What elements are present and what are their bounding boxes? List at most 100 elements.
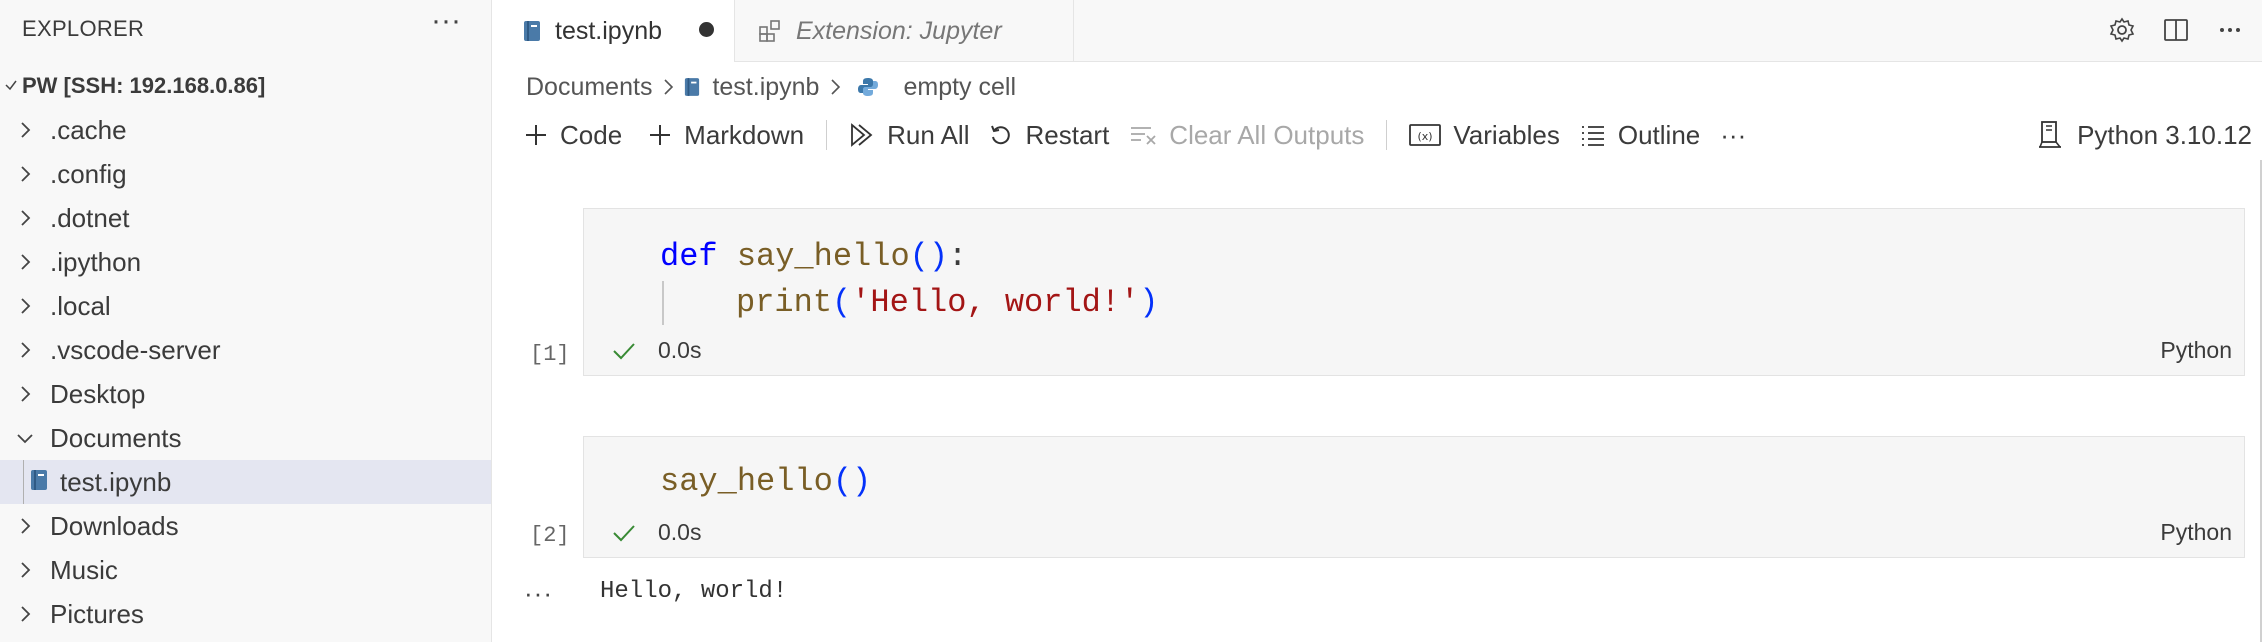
tree-item-label: Music — [50, 554, 118, 585]
tree-item-vscode-server[interactable]: .vscode-server — [0, 328, 491, 372]
tree-item-label: Pictures — [50, 598, 144, 629]
tree-item-label: .config — [50, 158, 127, 189]
cell-status: 0.0s — [612, 519, 701, 546]
cell-language[interactable]: Python — [2160, 337, 2232, 364]
tree-item-pictures[interactable]: Pictures — [0, 592, 491, 636]
unsaved-dot-icon[interactable] — [699, 22, 714, 37]
execution-time: 0.0s — [658, 519, 702, 545]
chevron-right-icon — [0, 384, 50, 404]
restart-icon — [989, 123, 1013, 147]
check-icon — [612, 523, 636, 543]
chevron-right-icon — [0, 560, 50, 580]
chevron-right-icon — [0, 296, 50, 316]
tree-item-music[interactable]: Music — [0, 548, 491, 592]
tree-item-desktop[interactable]: Desktop — [0, 372, 491, 416]
toolbar-divider — [1386, 120, 1388, 150]
editor-tab-bar: test.ipynb Extension: Jupyter — [493, 0, 2262, 62]
variables-button[interactable]: (x) Variables — [1399, 114, 1569, 156]
tree-item-label: .cache — [50, 114, 127, 145]
chevron-right-icon — [0, 604, 50, 624]
chevron-right-icon — [0, 208, 50, 228]
code-cell-1[interactable]: def say_hello(): print('Hello, world!') … — [583, 208, 2245, 376]
chevron-down-icon — [0, 75, 22, 98]
add-markdown-cell-button[interactable]: Markdown — [638, 114, 814, 156]
tab-test-ipynb[interactable]: test.ipynb — [493, 0, 735, 62]
breadcrumb-item-file[interactable]: test.ipynb — [712, 73, 819, 102]
button-label: Variables — [1453, 119, 1560, 150]
tree-item-documents[interactable]: Documents — [0, 416, 491, 460]
notebook-toolbar: Code Markdown Run All Restart Clear All … — [514, 114, 2254, 156]
tree-item-label: .dotnet — [50, 202, 130, 233]
execution-time: 0.0s — [658, 337, 702, 363]
workspace-root[interactable]: PW [SSH: 192.168.0.86] — [0, 70, 265, 102]
tree-item-cache[interactable]: .cache — [0, 108, 491, 152]
kernel-label: Python 3.10.12 — [2077, 119, 2252, 150]
gear-icon[interactable] — [2104, 12, 2140, 48]
tree-item-label: .local — [50, 290, 111, 321]
chevron-right-icon — [0, 120, 50, 140]
button-label: Restart — [1025, 119, 1110, 150]
code-cell-2[interactable]: say_hello() 0.0s Python — [583, 436, 2245, 558]
cell-language[interactable]: Python — [2160, 519, 2232, 546]
workspace-root-label: PW [SSH: 192.168.0.86] — [22, 73, 266, 98]
code-editor[interactable]: say_hello() — [660, 459, 871, 505]
execution-count: [1] — [530, 342, 570, 367]
plus-icon — [524, 123, 548, 147]
tree-item-downloads[interactable]: Downloads — [0, 504, 491, 548]
output-more-button[interactable]: ··· — [524, 578, 553, 609]
tree-item-label: test.ipynb — [60, 466, 172, 497]
chevron-right-icon — [0, 340, 50, 360]
toolbar-more-button[interactable]: ··· — [1710, 114, 1756, 156]
check-icon — [612, 341, 636, 361]
button-label: Outline — [1617, 119, 1701, 150]
cell-status: 0.0s — [612, 337, 701, 364]
outline-button[interactable]: Outline — [1570, 114, 1710, 156]
restart-button[interactable]: Restart — [979, 114, 1119, 156]
tab-label: Extension: Jupyter — [796, 16, 1002, 45]
notebook-icon — [523, 20, 541, 42]
tree-item-ipython[interactable]: .ipython — [0, 240, 491, 284]
tree-item-local[interactable]: .local — [0, 284, 491, 328]
run-all-icon — [849, 122, 875, 148]
tree-item-config[interactable]: .config — [0, 152, 491, 196]
kernel-picker[interactable]: Python 3.10.12 — [2037, 114, 2252, 156]
add-code-cell-button[interactable]: Code — [514, 114, 632, 156]
tree-item-label: .ipython — [50, 246, 142, 277]
toolbar-divider — [826, 120, 828, 150]
notebook-icon — [30, 467, 48, 498]
breadcrumb-item-cell[interactable]: empty cell — [903, 73, 1016, 102]
code-editor[interactable]: def say_hello(): print('Hello, world!') — [660, 234, 1158, 326]
notebook-icon — [684, 77, 700, 97]
tree-item-label: Downloads — [50, 510, 179, 541]
tree-item-test-ipynb[interactable]: test.ipynb — [0, 460, 491, 504]
extensions-icon — [758, 19, 782, 43]
clear-all-outputs-button[interactable]: Clear All Outputs — [1119, 114, 1374, 156]
kernel-icon — [2037, 120, 2063, 150]
list-icon — [1580, 123, 1606, 147]
chevron-right-icon — [0, 516, 50, 536]
tree-item-dotnet[interactable]: .dotnet — [0, 196, 491, 240]
indent-guide — [23, 460, 24, 504]
button-label: Code — [560, 119, 623, 150]
more-icon[interactable] — [2212, 12, 2248, 48]
chevron-right-icon — [0, 164, 50, 184]
svg-text:(x): (x) — [1418, 130, 1433, 143]
breadcrumb-item-documents[interactable]: Documents — [526, 73, 652, 102]
chevron-right-icon — [662, 77, 674, 97]
chevron-down-icon — [0, 431, 50, 445]
editor-actions — [2104, 12, 2248, 48]
tree-item-label: Documents — [50, 422, 182, 453]
run-all-button[interactable]: Run All — [839, 114, 979, 156]
split-editor-icon[interactable] — [2158, 12, 2194, 48]
variables-icon: (x) — [1409, 123, 1442, 147]
chevron-right-icon — [0, 252, 50, 272]
tab-extension-jupyter[interactable]: Extension: Jupyter — [736, 0, 1074, 62]
button-label: Run All — [887, 119, 970, 150]
clear-all-icon — [1129, 124, 1157, 146]
button-label: Markdown — [684, 119, 805, 150]
explorer-title: EXPLORER — [22, 16, 145, 41]
explorer-more-button[interactable]: ··· — [428, 6, 464, 42]
tab-label: test.ipynb — [555, 16, 663, 45]
tree-item-label: .vscode-server — [50, 334, 221, 365]
chevron-right-icon — [829, 77, 841, 97]
